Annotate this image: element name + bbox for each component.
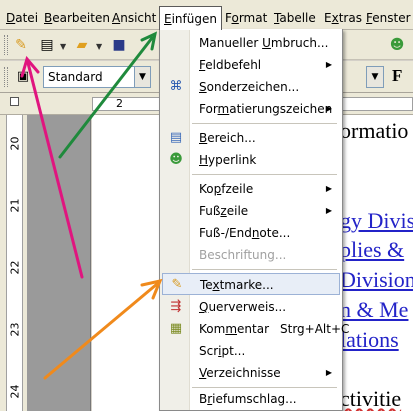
hyperlink-icon: ☻ (169, 152, 183, 167)
menu-item-label: Briefumschlag... (199, 392, 297, 406)
menu-item-formatierungszeichen[interactable]: Formatierungszeichen ▶ (162, 98, 340, 120)
styles-icon[interactable]: ▣ (14, 68, 32, 86)
submenu-arrow-icon: ▶ (325, 104, 332, 113)
menu-item-beschriftung: Beschriftung... (162, 244, 340, 266)
bookmark-icon: ✎ (171, 277, 183, 292)
vruler-label: 22 (8, 260, 22, 275)
document-line: gy Divis (340, 208, 413, 233)
open-folder-icon[interactable]: ▰ (73, 36, 91, 54)
menu-item-feldbefehl[interactable]: Feldbefehl ▶ (162, 54, 340, 76)
menu-item-label: Textmarke... (200, 278, 274, 292)
menu-separator (192, 123, 337, 124)
menu-extras[interactable]: Extras (322, 9, 364, 27)
open-dropdown-arrow-icon[interactable]: ▼ (96, 42, 102, 52)
einfuegen-menu: Manueller Umbruch... Feldbefehl ▶ ⌘ Sond… (159, 29, 350, 411)
section-icon: ▤ (169, 130, 183, 145)
menu-separator (192, 174, 337, 175)
page-margin-area (27, 115, 91, 411)
shortcut-label: Strg+Alt+C (280, 322, 350, 336)
vruler-label: 23 (8, 322, 22, 337)
menu-item-querverweis[interactable]: ⇶ Querverweis... (162, 296, 340, 318)
vruler-label: 20 (8, 136, 22, 151)
menu-fenster[interactable]: Fenster (364, 9, 413, 27)
menu-item-verzeichnisse[interactable]: Verzeichnisse ▶ (162, 362, 340, 384)
special-char-icon: ⌘ (169, 79, 183, 94)
menu-item-label: Hyperlink (199, 153, 257, 167)
menu-item-label: Fußzeile (199, 204, 249, 218)
menu-item-bereich[interactable]: ▤ Bereich... (162, 127, 340, 149)
toolbar-grip[interactable] (4, 67, 8, 87)
vruler-label: 24 (8, 384, 22, 399)
menu-item-fuss-endnote[interactable]: Fuß-/Endnote... (162, 222, 340, 244)
menu-item-kommentar[interactable]: ▦ Kommentar Strg+Alt+C (162, 318, 350, 340)
menu-item-fusszeile[interactable]: Fußzeile ▶ (162, 200, 340, 222)
font-size-dropdown[interactable]: ▼ (366, 66, 384, 88)
menu-ansicht[interactable]: Ansicht (110, 9, 158, 27)
menu-datei[interactable]: Datei (4, 9, 40, 27)
menu-item-script[interactable]: Script... (162, 340, 340, 362)
menu-item-label: Formatierungszeichen (199, 102, 333, 116)
paragraph-style-value: Standard (48, 70, 103, 84)
new-dropdown-arrow-icon[interactable]: ▼ (60, 42, 66, 52)
menu-item-label: Manueller Umbruch... (199, 36, 329, 50)
menu-einfuegen[interactable]: Einfügen (159, 6, 222, 30)
document-line: n & Me (340, 297, 409, 322)
menu-item-sonderzeichen[interactable]: ⌘ Sonderzeichen... (162, 76, 340, 98)
submenu-arrow-icon: ▶ (325, 206, 332, 215)
paragraph-style-select[interactable]: Standard ▼ (43, 66, 151, 88)
menu-item-label: Script... (199, 344, 246, 358)
save-icon[interactable]: ■ (110, 36, 128, 54)
menu-item-label: Kommentar (199, 322, 269, 336)
menu-item-briefumschlag[interactable]: Briefumschlag... (162, 388, 340, 410)
tab-stop-selector[interactable] (10, 97, 19, 106)
submenu-arrow-icon: ▶ (325, 184, 332, 193)
menu-item-manueller-umbruch[interactable]: Manueller Umbruch... (162, 32, 340, 54)
menu-item-kopfzeile[interactable]: Kopfzeile ▶ (162, 178, 340, 200)
menu-separator (192, 269, 337, 270)
menu-item-label: Verzeichnisse (199, 366, 281, 380)
document-line: ctivitie (340, 386, 402, 411)
ruler-label: 2 (116, 97, 123, 110)
submenu-arrow-icon: ▶ (325, 60, 332, 69)
menu-item-label: Sonderzeichen... (199, 80, 300, 94)
vertical-ruler: 20 21 22 23 24 (0, 115, 27, 411)
menu-item-label: Querverweis... (199, 300, 287, 314)
chevron-down-icon[interactable]: ▼ (134, 67, 150, 87)
menu-item-hyperlink[interactable]: ☻ Hyperlink (162, 149, 340, 171)
document-line: ormatio (340, 118, 409, 143)
menubar: Datei Bearbeiten Ansicht Einfügen Format… (0, 0, 413, 30)
submenu-arrow-icon: ▶ (325, 368, 332, 377)
menu-item-label: Bereich... (199, 131, 256, 145)
menu-item-textmarke[interactable]: ✎ Textmarke... (162, 273, 340, 295)
menu-item-label: Beschriftung... (199, 248, 287, 262)
vruler-label: 21 (8, 198, 22, 213)
bookmark-icon[interactable]: ✎ (12, 36, 30, 54)
menu-tabelle[interactable]: Tabelle (272, 9, 318, 27)
bold-button[interactable]: F (392, 64, 412, 88)
menu-bearbeiten[interactable]: Bearbeiten (42, 9, 112, 27)
comment-icon: ▦ (169, 321, 183, 336)
globe-icon[interactable]: ☻ (388, 36, 406, 54)
menu-format[interactable]: Format (223, 9, 269, 27)
cross-reference-icon: ⇶ (170, 299, 182, 314)
document-line: Division (340, 267, 413, 292)
new-document-icon[interactable]: ▤ (38, 36, 56, 54)
menu-item-label: Feldbefehl (199, 58, 262, 72)
toolbar-grip[interactable] (4, 35, 8, 55)
document-line: plies & (340, 237, 405, 262)
menu-item-label: Kopfzeile (199, 182, 254, 196)
menu-item-label: Fuß-/Endnote... (199, 226, 291, 240)
